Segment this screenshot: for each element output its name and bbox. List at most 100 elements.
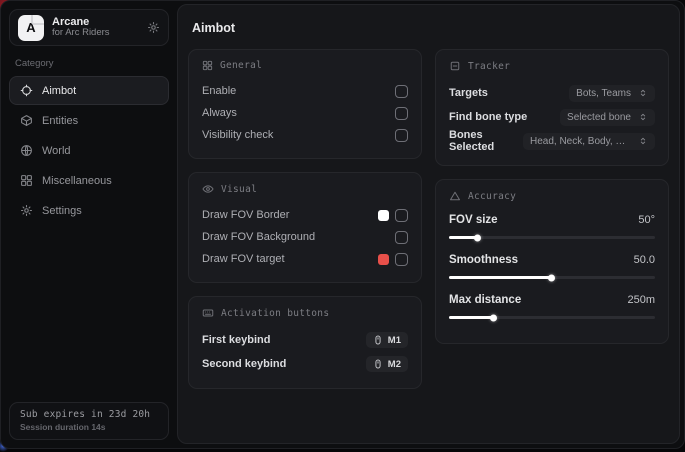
card-title: Visual (221, 184, 257, 195)
setting-row-first-keybind: First keybind M1 (202, 328, 408, 352)
accuracy-card: Accuracy FOV size 50° Smoothness (435, 179, 669, 344)
select-value: Bots, Teams (576, 88, 631, 99)
card-title: General (220, 60, 262, 71)
globe-icon (20, 144, 33, 157)
setting-label: FOV size (449, 214, 498, 226)
setting-label: Draw FOV target (202, 253, 285, 265)
sub-expiry-text: Sub expires in 23d 20h (20, 409, 158, 420)
keybind-value: M1 (388, 335, 401, 346)
fov-border-checkbox[interactable] (395, 209, 408, 222)
app-header: A Arcane for Arc Riders (9, 9, 169, 46)
mouse-icon (373, 359, 383, 369)
setting-row-fov-target: Draw FOV target (202, 248, 408, 270)
card-title: Tracker (468, 61, 510, 72)
sidebar-item-label: Miscellaneous (42, 175, 112, 187)
bones-selected-select[interactable]: Head, Neck, Body, Pe... (523, 133, 655, 150)
select-value: Selected bone (567, 112, 631, 123)
setting-label: Second keybind (202, 358, 286, 370)
setting-label: Draw FOV Background (202, 231, 315, 243)
color-swatch[interactable] (378, 254, 389, 265)
fov-target-checkbox[interactable] (395, 253, 408, 266)
setting-row-fov-background: Draw FOV Background (202, 226, 408, 248)
setting-label: Max distance (449, 294, 521, 306)
setting-row-fov-size: FOV size 50° (449, 211, 655, 239)
find-bone-type-select[interactable]: Selected bone (560, 109, 655, 126)
eye-icon (202, 183, 214, 195)
sidebar: A Arcane for Arc Riders Category Aimbot (1, 1, 177, 448)
gear-icon (20, 204, 33, 217)
category-label: Category (15, 58, 163, 69)
card-title: Activation buttons (221, 308, 329, 319)
card-title: Accuracy (468, 191, 516, 202)
sidebar-item-aimbot[interactable]: Aimbot (9, 76, 169, 105)
first-keybind-button[interactable]: M1 (366, 332, 408, 348)
app-subtitle: for Arc Riders (52, 28, 139, 39)
keyboard-icon (202, 307, 214, 319)
box-icon (20, 114, 33, 127)
setting-row-always: Always (202, 102, 408, 124)
slider-value: 50.0 (634, 254, 655, 266)
main-panel: Aimbot General Enable (177, 4, 680, 444)
second-keybind-button[interactable]: M2 (366, 356, 408, 372)
setting-label: Always (202, 107, 237, 119)
setting-row-visibility-check: Visibility check (202, 124, 408, 146)
crosshair-icon (20, 84, 33, 97)
general-card: General Enable Always Visibility check (188, 49, 422, 159)
session-duration-text: Session duration 14s (20, 422, 158, 432)
chevrons-up-down-icon (638, 88, 648, 98)
setting-row-max-distance: Max distance 250m (449, 291, 655, 319)
visibility-check-checkbox[interactable] (395, 129, 408, 142)
slider-value: 50° (638, 214, 655, 226)
gear-icon[interactable] (147, 21, 160, 34)
sidebar-item-miscellaneous[interactable]: Miscellaneous (9, 166, 169, 195)
slider-value: 250m (627, 294, 655, 306)
sidebar-item-label: World (42, 145, 71, 157)
setting-row-bones-selected: Bones Selected Head, Neck, Body, Pe... (449, 129, 655, 153)
sidebar-item-settings[interactable]: Settings (9, 196, 169, 225)
setting-label: Find bone type (449, 111, 527, 123)
sidebar-item-world[interactable]: World (9, 136, 169, 165)
setting-label: Targets (449, 87, 488, 99)
setting-label: Bones Selected (449, 129, 523, 153)
setting-label: Visibility check (202, 129, 273, 141)
sidebar-item-label: Settings (42, 205, 82, 217)
targets-select[interactable]: Bots, Teams (569, 85, 655, 102)
grid-small-icon (202, 60, 213, 71)
chevrons-up-down-icon (638, 112, 648, 122)
setting-row-find-bone-type: Find bone type Selected bone (449, 105, 655, 129)
triangle-icon (449, 190, 461, 202)
right-column: Tracker Targets Bots, Teams (435, 49, 669, 344)
max-distance-slider[interactable] (449, 316, 655, 319)
setting-label: Smoothness (449, 254, 518, 266)
smoothness-slider[interactable] (449, 276, 655, 279)
scan-icon (449, 60, 461, 72)
fov-background-checkbox[interactable] (395, 231, 408, 244)
setting-row-smoothness: Smoothness 50.0 (449, 251, 655, 279)
setting-label: Draw FOV Border (202, 209, 289, 221)
subscription-info: Sub expires in 23d 20h Session duration … (9, 402, 169, 440)
color-swatch[interactable] (378, 210, 389, 221)
setting-row-second-keybind: Second keybind M2 (202, 352, 408, 376)
visual-card: Visual Draw FOV Border Draw FOV Backgrou… (188, 172, 422, 283)
sidebar-item-label: Entities (42, 115, 78, 127)
sidebar-item-label: Aimbot (42, 85, 76, 97)
activation-buttons-card: Activation buttons First keybind M1 (188, 296, 422, 389)
select-value: Head, Neck, Body, Pe... (530, 136, 631, 147)
setting-row-enable: Enable (202, 80, 408, 102)
enable-checkbox[interactable] (395, 85, 408, 98)
fov-size-slider[interactable] (449, 236, 655, 239)
app-logo: A (18, 15, 44, 41)
app-logo-letter: A (26, 20, 35, 35)
keybind-value: M2 (388, 359, 401, 370)
always-checkbox[interactable] (395, 107, 408, 120)
setting-row-fov-border: Draw FOV Border (202, 204, 408, 226)
sidebar-item-entities[interactable]: Entities (9, 106, 169, 135)
left-column: General Enable Always Visibility check (188, 49, 422, 389)
page-title: Aimbot (192, 21, 669, 35)
app-window: A Arcane for Arc Riders Category Aimbot (0, 0, 685, 449)
app-titles: Arcane for Arc Riders (52, 16, 139, 40)
setting-row-targets: Targets Bots, Teams (449, 81, 655, 105)
grid-icon (20, 174, 33, 187)
mouse-icon (373, 335, 383, 345)
tracker-card: Tracker Targets Bots, Teams (435, 49, 669, 166)
